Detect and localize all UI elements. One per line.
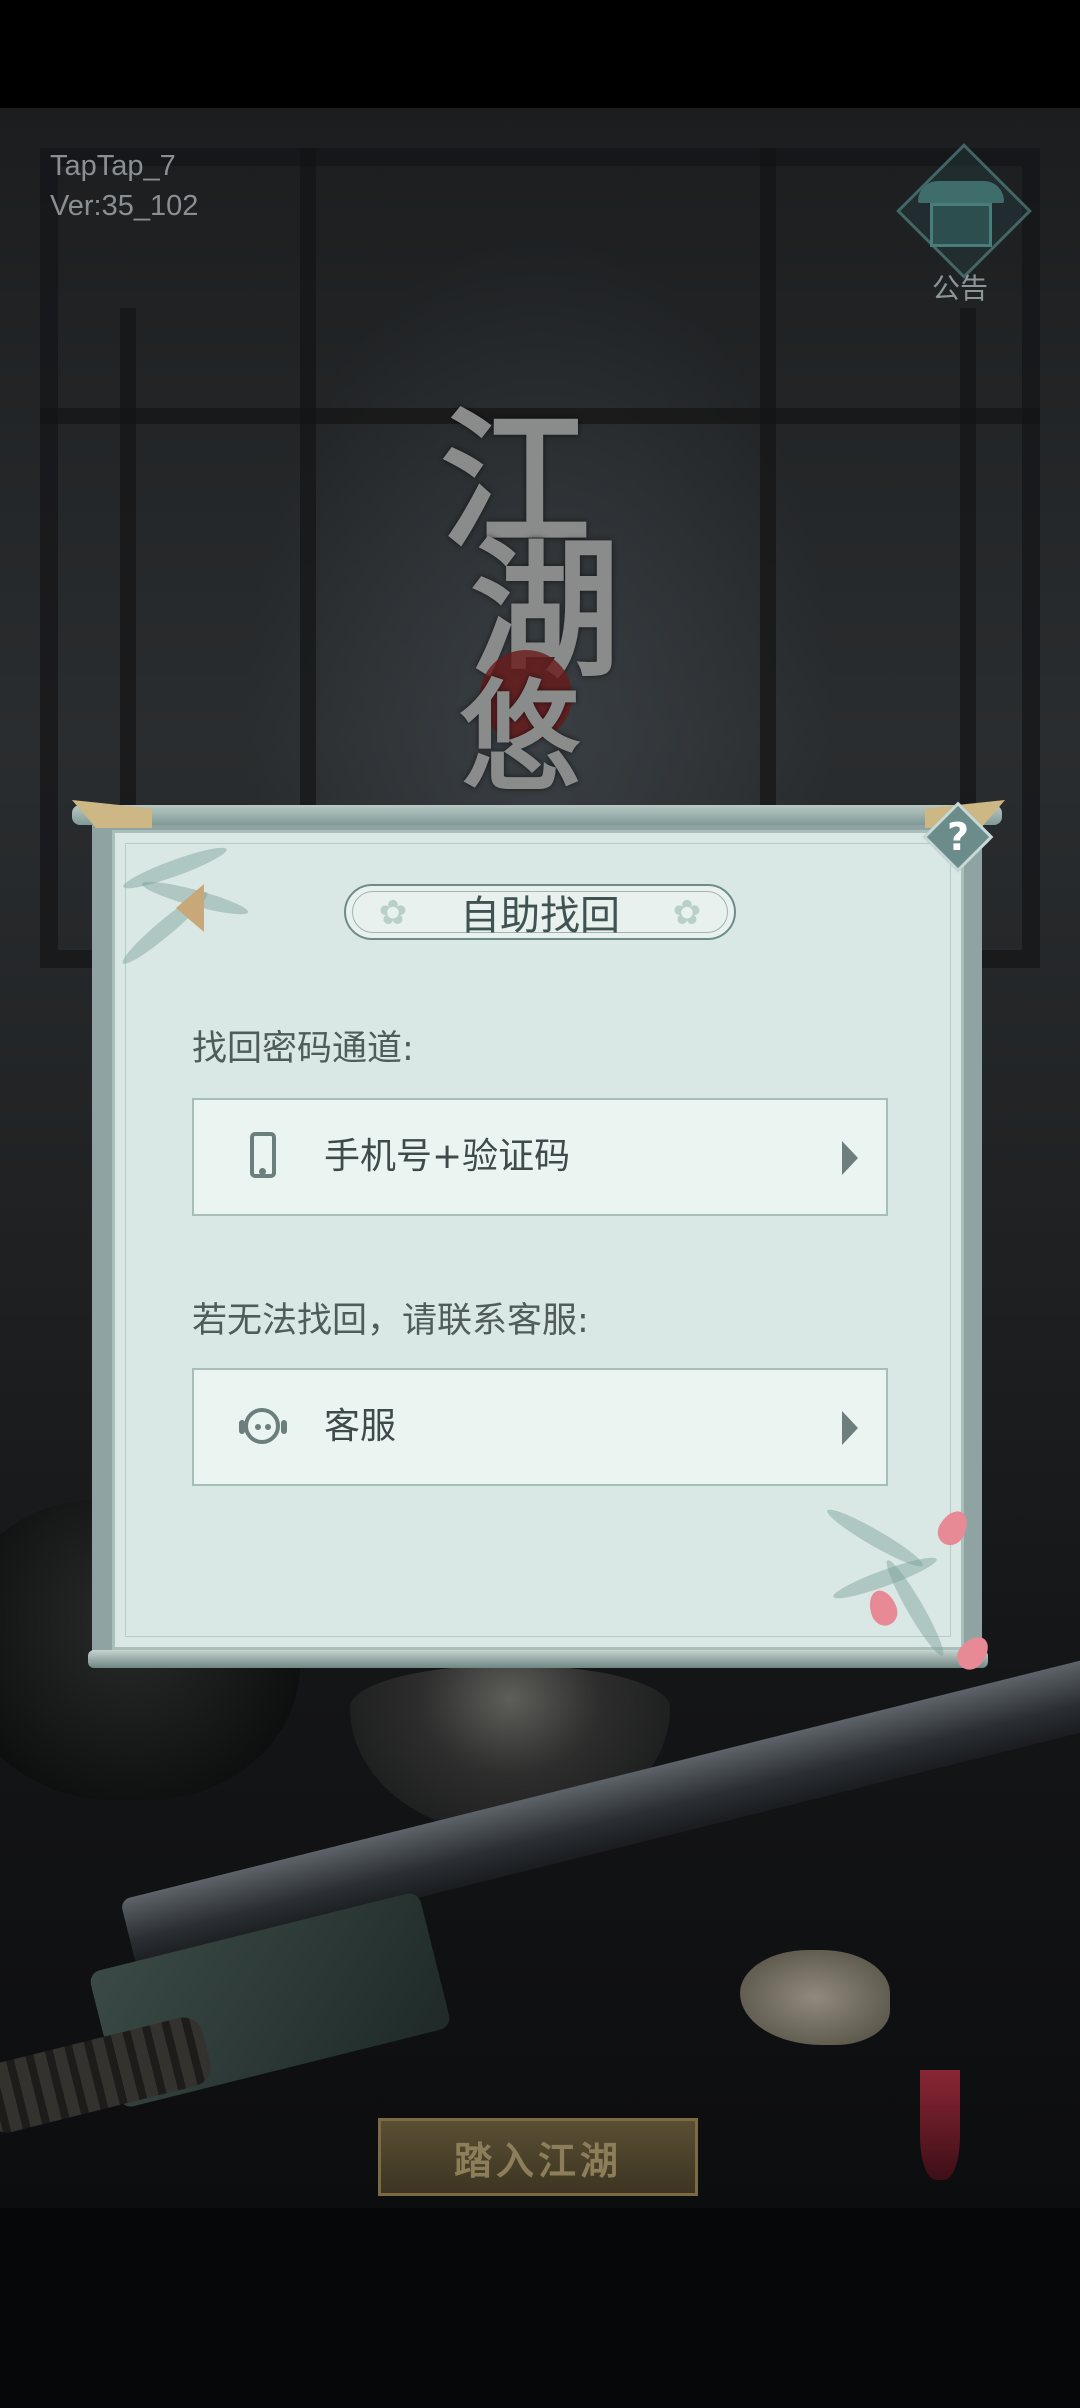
recovery-dialog bbox=[112, 830, 964, 1650]
dialog-inner-border bbox=[125, 843, 951, 1637]
enter-game-button[interactable]: 踏入江湖 bbox=[378, 2118, 698, 2196]
status-bar bbox=[0, 0, 1080, 108]
back-button[interactable] bbox=[176, 884, 212, 934]
back-arrow-icon bbox=[176, 884, 204, 932]
enter-game-label: 踏入江湖 bbox=[453, 2137, 622, 2183]
phone-option-label: 手机号+验证码 bbox=[324, 1136, 571, 1177]
chevron-right-icon bbox=[842, 1411, 858, 1445]
version-label: Ver:35_102 bbox=[50, 190, 199, 222]
game-logo: 江 湖 悠 bbox=[430, 360, 690, 820]
notice-label: 公告 bbox=[931, 272, 988, 305]
notice-button[interactable]: 公告 bbox=[890, 143, 1032, 305]
channel-label: TapTap_7 bbox=[50, 150, 176, 182]
customer-service-icon bbox=[238, 1402, 288, 1452]
dialog-title: 自助找回 bbox=[460, 893, 620, 939]
red-tassel bbox=[920, 2070, 960, 2180]
question-icon: ? bbox=[946, 815, 970, 859]
dialog-title-plate: ✿ ✿ 自助找回 bbox=[344, 884, 736, 940]
flower-icon: ✿ bbox=[378, 893, 408, 933]
navigation-bar bbox=[0, 2208, 1080, 2408]
flower-icon: ✿ bbox=[672, 893, 702, 933]
customer-service-option[interactable]: 客服 bbox=[192, 1368, 888, 1486]
help-button[interactable]: ? bbox=[921, 800, 995, 874]
password-channel-label: 找回密码通道: bbox=[192, 1029, 414, 1069]
phone-verification-option[interactable]: 手机号+验证码 bbox=[192, 1098, 888, 1216]
contact-service-label: 若无法找回，请联系客服: bbox=[192, 1301, 589, 1341]
phone-icon bbox=[238, 1132, 288, 1182]
service-option-label: 客服 bbox=[324, 1406, 397, 1447]
chevron-right-icon bbox=[842, 1141, 858, 1175]
logo-char: 悠 bbox=[460, 667, 580, 808]
scroll-top-rod bbox=[72, 805, 1002, 825]
scroll-bottom-rod bbox=[88, 1650, 988, 1668]
